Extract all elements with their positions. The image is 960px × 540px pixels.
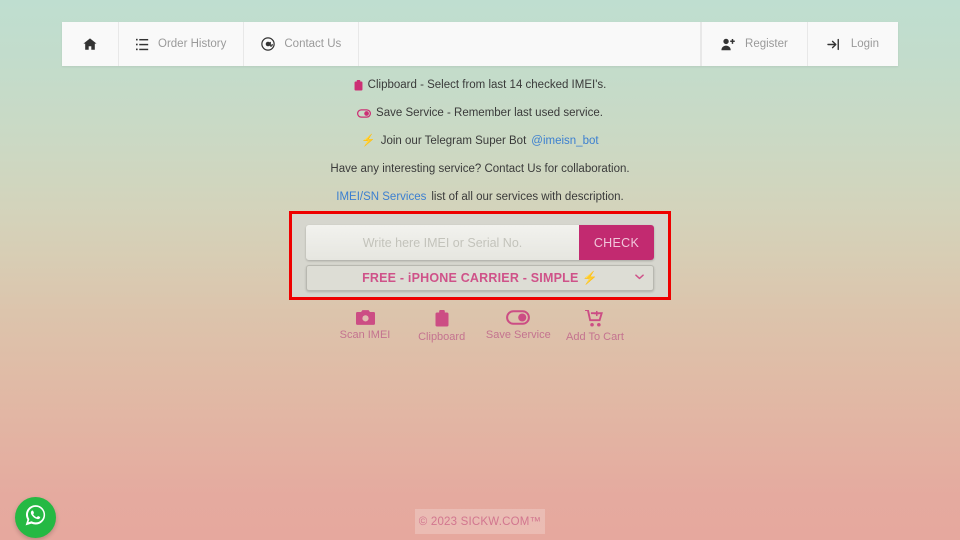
sign-in-icon xyxy=(827,38,842,51)
action-clipboard[interactable]: Clipboard xyxy=(407,310,477,343)
nav-item-login[interactable]: Login xyxy=(806,22,898,66)
info-text-clipboard: Clipboard - Select from last 14 checked … xyxy=(367,79,607,91)
quick-actions: Scan IMEI Clipboard Save Service Add To … xyxy=(330,310,630,343)
imei-form-row: CHECK xyxy=(306,225,654,260)
check-button[interactable]: CHECK xyxy=(579,225,654,260)
camera-icon xyxy=(355,310,375,325)
info-text-services: list of all our services with descriptio… xyxy=(431,191,624,203)
imei-input[interactable] xyxy=(306,225,579,260)
imei-check-panel: CHECK FREE - iPHONE CARRIER - SIMPLE ⚡ xyxy=(289,211,671,300)
info-line-save-service: Save Service - Remember last used servic… xyxy=(0,107,960,120)
clipboard-icon xyxy=(435,310,449,327)
info-text-telegram: Join our Telegram Super Bot xyxy=(380,135,527,147)
action-scan-imei[interactable]: Scan IMEI xyxy=(330,310,400,343)
nav-label-contact-us: Contact Us xyxy=(284,38,342,50)
nav-item-contact-us[interactable]: Contact Us xyxy=(244,22,360,66)
action-label-clipboard: Clipboard xyxy=(418,331,466,343)
action-label-add-to-cart: Add To Cart xyxy=(566,331,624,343)
info-line-telegram: ⚡ Join our Telegram Super Bot @imeisn_bo… xyxy=(0,135,960,148)
imei-sn-services-link[interactable]: IMEI/SN Services xyxy=(336,191,426,204)
action-label-scan-imei: Scan IMEI xyxy=(339,329,391,341)
service-select[interactable]: FREE - iPHONE CARRIER - SIMPLE ⚡ xyxy=(306,265,654,291)
nav-item-register[interactable]: Register xyxy=(701,22,807,66)
action-label-save-service: Save Service xyxy=(485,329,551,341)
home-icon xyxy=(83,37,97,51)
whatsapp-button[interactable] xyxy=(15,497,56,538)
whatsapp-icon xyxy=(23,503,48,533)
zap-emoji-icon: ⚡ xyxy=(361,135,376,147)
info-lines: Clipboard - Select from last 14 checked … xyxy=(0,79,960,220)
nav-spacer xyxy=(359,22,702,66)
nav-label-register: Register xyxy=(745,38,788,50)
chevron-down-icon xyxy=(635,273,644,283)
cart-plus-icon xyxy=(585,310,604,327)
info-text-save-service: Save Service - Remember last used servic… xyxy=(376,107,603,119)
service-select-value: FREE - iPHONE CARRIER - SIMPLE ⚡ xyxy=(362,270,598,285)
nav-label-login: Login xyxy=(850,38,879,50)
info-text-collaboration: Have any interesting service? Contact Us… xyxy=(330,163,630,175)
nav-item-order-history[interactable]: Order History xyxy=(119,22,245,66)
copyright-text: © 2023 SICKW.COM™ xyxy=(418,515,542,528)
telegram-bot-link[interactable]: @imeisn_bot xyxy=(531,135,598,148)
main-navbar: Order History Contact Us Register Login xyxy=(62,22,898,66)
clipboard-icon xyxy=(354,80,363,91)
info-line-services: IMEI/SN Services list of all our service… xyxy=(0,191,960,204)
action-add-to-cart[interactable]: Add To Cart xyxy=(560,310,630,343)
info-line-collaboration: Have any interesting service? Contact Us… xyxy=(0,163,960,176)
nav-label-order-history: Order History xyxy=(158,38,227,50)
list-icon xyxy=(136,38,149,51)
nav-item-home[interactable] xyxy=(62,22,119,66)
action-save-service[interactable]: Save Service xyxy=(483,310,553,343)
toggle-icon xyxy=(357,109,372,119)
user-plus-icon xyxy=(721,38,736,51)
at-sign-icon xyxy=(261,37,276,51)
toggle-icon xyxy=(506,310,531,325)
info-line-clipboard: Clipboard - Select from last 14 checked … xyxy=(0,79,960,92)
footer: © 2023 SICKW.COM™ xyxy=(415,509,545,534)
